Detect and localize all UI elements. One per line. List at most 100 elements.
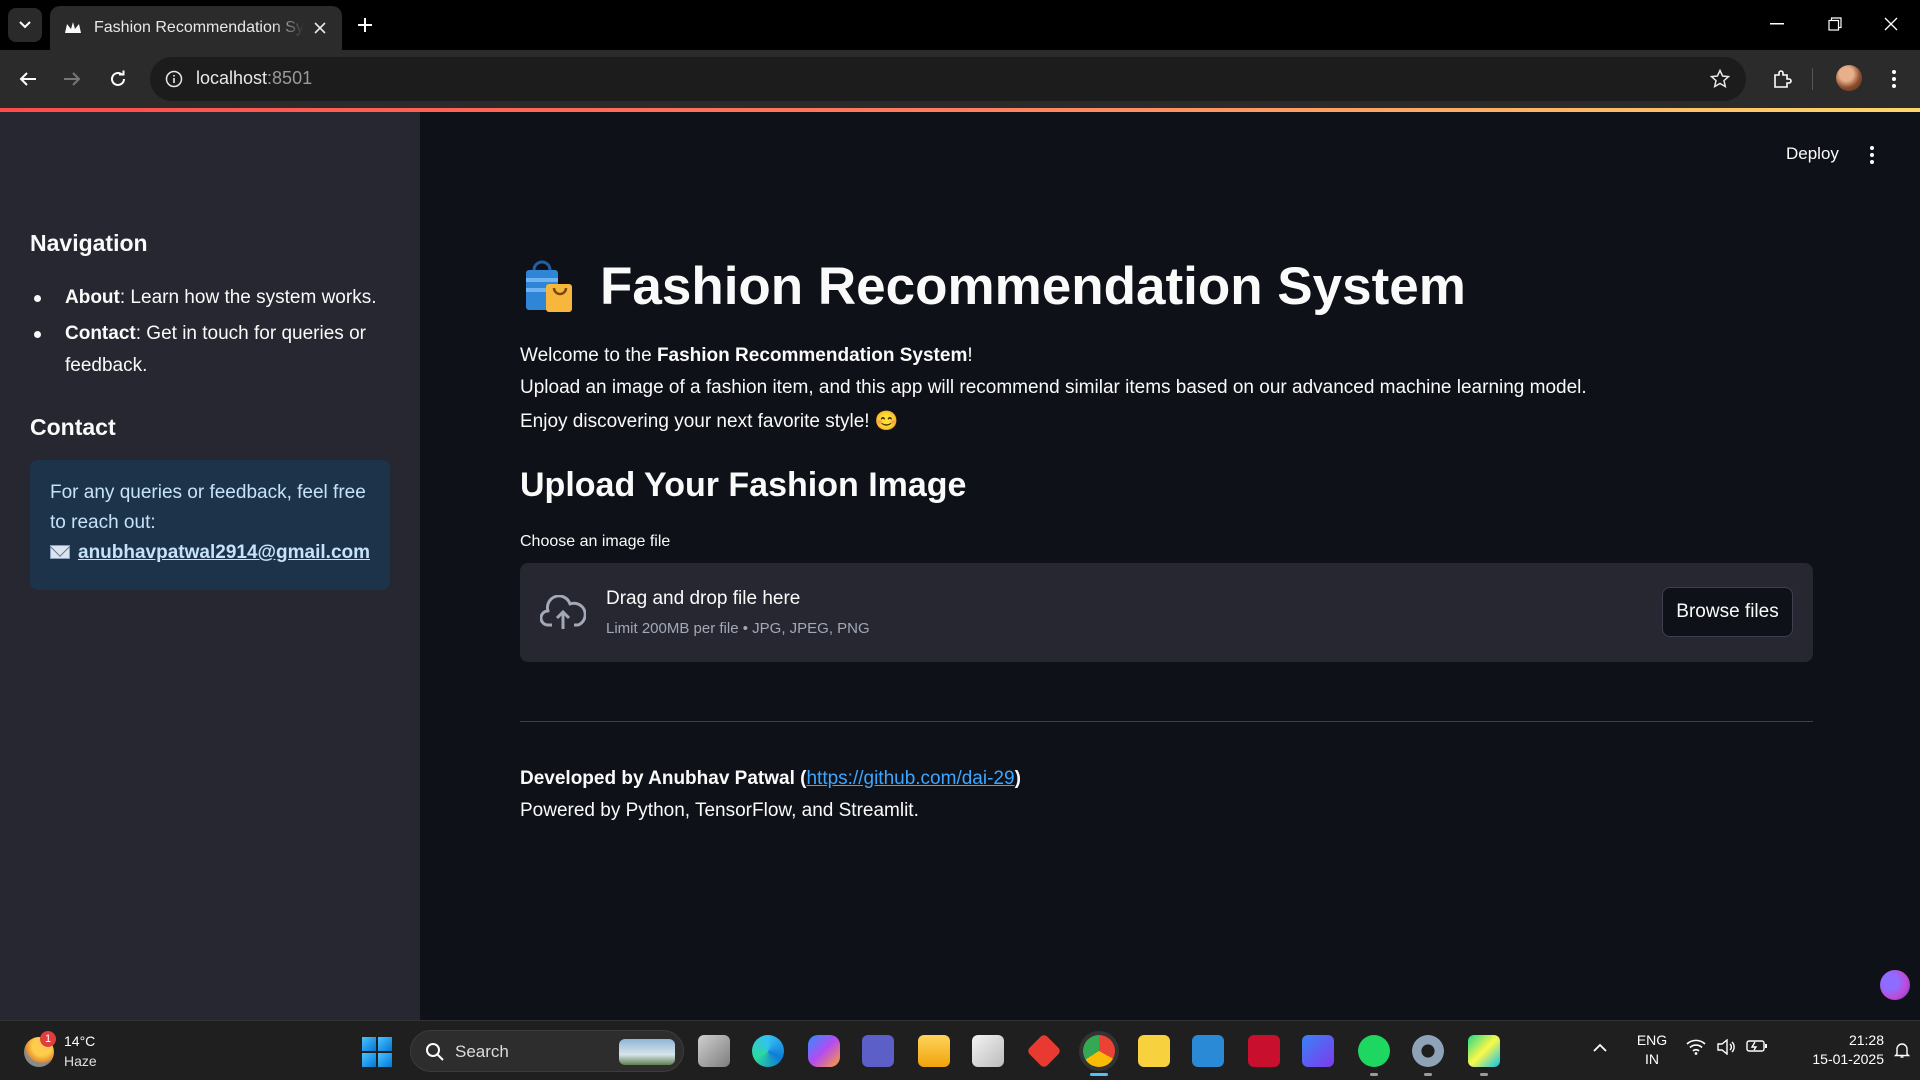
- envelope-icon: [50, 545, 70, 559]
- task-view-icon[interactable]: [698, 1035, 730, 1067]
- start-tile-4: [378, 1053, 392, 1067]
- microsoft-store-icon[interactable]: [972, 1035, 1004, 1067]
- nav-item-about-text: : Learn how the system works.: [119, 287, 377, 308]
- media-player-icon[interactable]: [1302, 1035, 1334, 1067]
- app-menu-button[interactable]: [1862, 144, 1882, 166]
- taskbar: 1 14°C Haze Search ENG IN 21:28 15-01-20…: [0, 1020, 1920, 1080]
- region-code: IN: [1645, 1051, 1659, 1067]
- sidebar-nav-list: About: Learn how the system works. Conta…: [30, 282, 390, 386]
- sidebar-contact-heading: Contact: [30, 414, 116, 440]
- copilot-icon[interactable]: [808, 1035, 840, 1067]
- browser-menu-button[interactable]: [1878, 63, 1910, 95]
- spotify-icon[interactable]: [1358, 1035, 1390, 1067]
- chevron-up-icon[interactable]: [1592, 1043, 1608, 1053]
- site-info-icon[interactable]: [162, 67, 186, 91]
- welcome-suffix: !: [967, 345, 973, 366]
- restore-button[interactable]: [1806, 0, 1864, 48]
- battery-icon[interactable]: [1746, 1039, 1768, 1053]
- notification-bell-icon[interactable]: [1893, 1041, 1911, 1059]
- anydesk-icon[interactable]: [1026, 1033, 1062, 1069]
- chrome-active-indicator: [1090, 1073, 1108, 1076]
- weather-temperature: 14°C: [64, 1033, 96, 1049]
- start-tile-1: [362, 1037, 376, 1051]
- intro-line-2: Upload an image of a fashion item, and t…: [520, 377, 1587, 398]
- welcome-line: Welcome to the Fashion Recommendation Sy…: [520, 345, 973, 367]
- clock-date: 15-01-2025: [1812, 1051, 1884, 1067]
- sidebar-navigation-heading: Navigation: [30, 230, 148, 256]
- close-window-button[interactable]: [1862, 0, 1920, 48]
- extensions-button[interactable]: [1766, 63, 1798, 95]
- forward-button[interactable]: [56, 63, 88, 95]
- browser-toolbar: localhost:8501: [0, 50, 1920, 108]
- volume-icon[interactable]: [1716, 1039, 1736, 1055]
- settings-running-indicator: [1424, 1073, 1432, 1076]
- start-tile-3: [362, 1053, 376, 1067]
- new-tab-button[interactable]: [352, 12, 378, 38]
- file-explorer-icon[interactable]: [918, 1035, 950, 1067]
- deploy-button[interactable]: Deploy: [1786, 144, 1839, 164]
- drag-drop-text: Drag and drop file here: [606, 588, 801, 609]
- edge-browser-icon[interactable]: [752, 1035, 784, 1067]
- file-dropzone[interactable]: Drag and drop file here Limit 200MB per …: [520, 563, 1813, 662]
- address-bar[interactable]: localhost:8501: [150, 57, 1746, 101]
- footer-credits: Developed by Anubhav Patwal (https://git…: [520, 768, 1021, 790]
- divider: [520, 721, 1813, 722]
- profile-avatar[interactable]: [1836, 65, 1862, 91]
- paren-close: ): [1014, 768, 1021, 789]
- pycharm-running-indicator: [1480, 1073, 1488, 1076]
- search-icon: [426, 1043, 444, 1061]
- spotify-running-indicator: [1370, 1073, 1378, 1076]
- page-title: Fashion Recommendation System: [520, 256, 1466, 317]
- nav-item-contact-label: Contact: [65, 323, 136, 344]
- chrome-icon[interactable]: [1083, 1035, 1115, 1067]
- wifi-icon[interactable]: [1686, 1039, 1706, 1055]
- shopping-bags-icon: [526, 260, 572, 312]
- footer-powered-by: Powered by Python, TensorFlow, and Strea…: [520, 800, 919, 821]
- cloud-upload-icon: [540, 595, 586, 629]
- browse-files-button[interactable]: Browse files: [1662, 587, 1793, 637]
- tab-search-button[interactable]: [8, 8, 42, 42]
- windows-start-button[interactable]: [362, 1037, 392, 1067]
- plus-icon: [358, 18, 372, 32]
- teams-icon[interactable]: [862, 1035, 894, 1067]
- system-clock[interactable]: 21:28 15-01-2025: [1784, 1031, 1884, 1069]
- bookmark-star-icon[interactable]: [1708, 67, 1732, 91]
- welcome-bold: Fashion Recommendation System: [656, 345, 968, 366]
- mcafee-icon[interactable]: [1248, 1035, 1280, 1067]
- browser-tab-bar: Fashion Recommendation System: [0, 0, 1920, 50]
- reload-button[interactable]: [102, 63, 134, 95]
- weather-badge: 1: [40, 1031, 56, 1047]
- nav-item-about: About: Learn how the system works.: [30, 282, 390, 314]
- assistant-brain-icon[interactable]: [1880, 970, 1910, 1000]
- developer-name: Developed by Anubhav Patwal: [520, 768, 795, 789]
- url-text[interactable]: localhost:8501: [196, 68, 312, 89]
- pycharm-icon[interactable]: [1468, 1035, 1500, 1067]
- language-code: ENG: [1636, 1032, 1668, 1048]
- taskbar-search[interactable]: Search: [410, 1030, 684, 1072]
- settings-gear-icon[interactable]: [1412, 1035, 1444, 1067]
- upload-heading: Upload Your Fashion Image: [520, 466, 967, 504]
- language-indicator[interactable]: ENG IN: [1635, 1031, 1669, 1069]
- search-highlight-image: [619, 1039, 675, 1065]
- tab-title: Fashion Recommendation System: [94, 19, 304, 36]
- uploader-label: Choose an image file: [520, 533, 671, 550]
- toolbar-divider: [1812, 68, 1813, 90]
- nav-item-about-label: About: [65, 287, 120, 308]
- contact-email-link[interactable]: anubhavpatwal2914@gmail.com: [78, 542, 370, 563]
- minimize-button[interactable]: [1748, 0, 1806, 48]
- close-tab-icon[interactable]: [310, 18, 330, 38]
- back-button[interactable]: [12, 63, 44, 95]
- url-host: localhost: [196, 68, 268, 88]
- start-tile-2: [378, 1037, 392, 1051]
- taskbar-search-label: Search: [455, 1042, 509, 1061]
- back-arrow-icon: [19, 72, 36, 86]
- streamlit-crown-icon: [64, 19, 82, 37]
- vscode-icon[interactable]: [1192, 1035, 1224, 1067]
- browser-tab-active[interactable]: Fashion Recommendation System: [50, 6, 342, 50]
- paren-open: (: [794, 768, 807, 789]
- weather-widget[interactable]: 1 14°C Haze: [24, 1031, 144, 1075]
- page-title-text: Fashion Recommendation System: [600, 257, 1466, 316]
- github-link[interactable]: https://github.com/dai-29: [806, 768, 1014, 789]
- intro-line-3: Enjoy discovering your next favorite sty…: [520, 411, 899, 432]
- sticky-notes-icon[interactable]: [1138, 1035, 1170, 1067]
